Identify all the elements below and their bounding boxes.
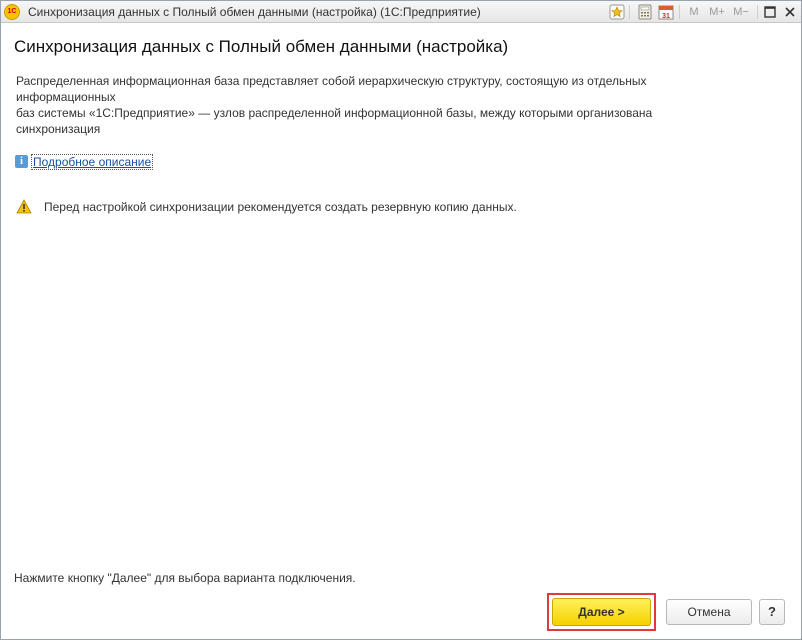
description-line: баз системы «1С:Предприятие» — узлов рас… — [16, 106, 653, 136]
sync-setup-window: 1С Синхронизация данных с Полный обмен д… — [0, 0, 802, 640]
cancel-button[interactable]: Отмена — [666, 599, 752, 625]
window-title: Синхронизация данных с Полный обмен данн… — [28, 5, 481, 19]
warning-text: Перед настройкой синхронизации рекоменду… — [44, 200, 517, 214]
next-button[interactable]: Далее > — [552, 598, 651, 626]
close-icon[interactable] — [782, 4, 798, 20]
favorites-icon[interactable] — [609, 4, 625, 20]
title-bar: 1С Синхронизация данных с Полный обмен д… — [1, 1, 801, 23]
memory-plus-button[interactable]: M+ — [706, 4, 728, 20]
info-icon: i — [15, 155, 28, 168]
page-title: Синхронизация данных с Полный обмен данн… — [14, 37, 509, 56]
memory-m-button[interactable]: M — [687, 4, 701, 20]
toolbar-separator — [757, 5, 758, 19]
toolbar-separator — [629, 5, 630, 19]
hint-text: Нажмите кнопку "Далее" для выбора вариан… — [14, 571, 356, 585]
help-button[interactable]: ? — [759, 599, 785, 625]
toolbar-separator — [679, 5, 680, 19]
description-line: Распределенная информационная база предс… — [16, 74, 647, 104]
description-text: Распределенная информационная база предс… — [16, 73, 736, 141]
svg-text:31: 31 — [662, 13, 670, 20]
calendar-icon[interactable]: 31 — [658, 4, 674, 20]
more-info-link[interactable]: Подробное описание — [31, 154, 154, 170]
calculator-icon[interactable] — [637, 4, 653, 20]
warning-icon — [16, 199, 32, 214]
maximize-icon[interactable] — [762, 4, 778, 20]
memory-minus-button[interactable]: M− — [730, 4, 752, 20]
app-logo-icon[interactable]: 1С — [4, 4, 20, 20]
